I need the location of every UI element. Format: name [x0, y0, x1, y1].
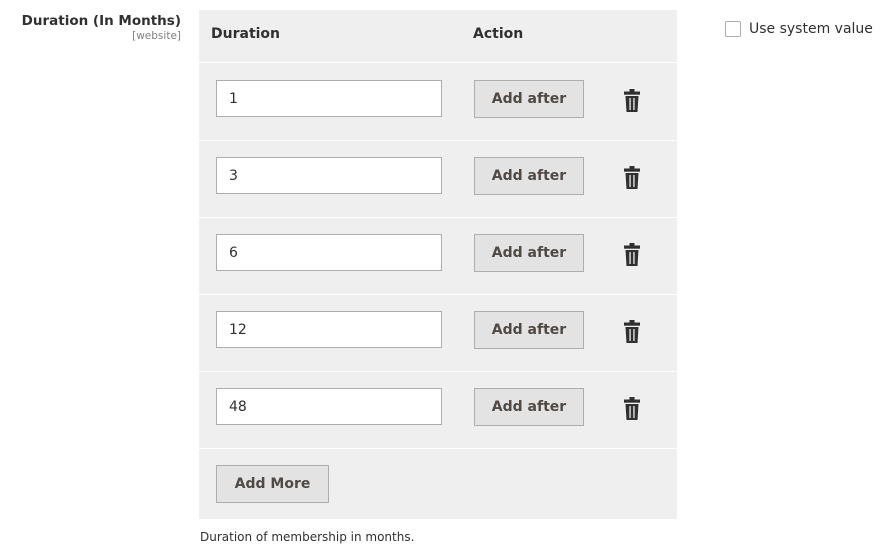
use-system-value-checkbox[interactable] — [725, 21, 741, 37]
add-after-button[interactable]: Add after — [474, 311, 584, 349]
add-more-button[interactable]: Add More — [216, 465, 329, 503]
duration-input[interactable] — [216, 234, 442, 271]
column-header-action: Action — [473, 26, 524, 42]
trash-icon[interactable] — [623, 320, 641, 344]
duration-input[interactable] — [216, 80, 442, 117]
add-after-button[interactable]: Add after — [474, 234, 584, 272]
table-row: Add after — [199, 217, 677, 295]
duration-input[interactable] — [216, 388, 442, 425]
field-label: Duration (In Months) — [21, 13, 181, 29]
duration-input[interactable] — [216, 157, 442, 194]
trash-icon[interactable] — [623, 89, 641, 113]
duration-input[interactable] — [216, 311, 442, 348]
use-system-value-label[interactable]: Use system value — [749, 21, 873, 37]
duration-grid: Duration Action Add after Add after — [199, 10, 677, 519]
config-field-row: Duration (In Months) [website] Duration … — [0, 0, 888, 547]
field-note: Duration of membership in months. — [200, 530, 415, 544]
grid-footer: Add More — [199, 450, 677, 519]
trash-icon[interactable] — [623, 243, 641, 267]
grid-header: Duration Action — [199, 10, 677, 63]
add-after-button[interactable]: Add after — [474, 388, 584, 426]
use-system-value-toggle[interactable]: Use system value — [725, 19, 873, 39]
table-row: Add after — [199, 294, 677, 372]
table-row: Add after — [199, 63, 677, 141]
field-scope: [website] — [132, 30, 181, 42]
table-row: Add after — [199, 140, 677, 218]
trash-icon[interactable] — [623, 166, 641, 190]
table-row: Add after — [199, 371, 677, 449]
add-after-button[interactable]: Add after — [474, 80, 584, 118]
add-after-button[interactable]: Add after — [474, 157, 584, 195]
column-header-duration: Duration — [211, 26, 281, 42]
trash-icon[interactable] — [623, 397, 641, 421]
field-label-block: Duration (In Months) [website] — [0, 13, 181, 43]
